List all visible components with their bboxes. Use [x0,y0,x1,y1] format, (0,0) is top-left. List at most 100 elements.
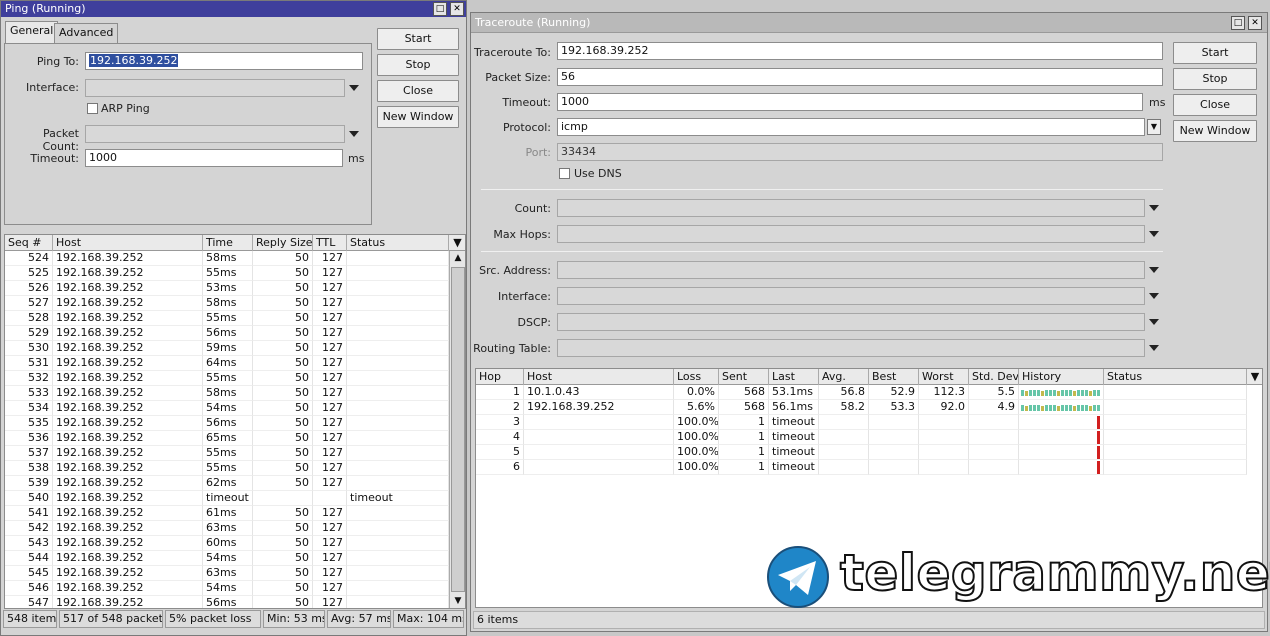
use-dns-checkbox[interactable] [559,168,570,179]
table-row[interactable]: 525 192.168.39.252 55ms 50 127 [5,266,449,281]
close-icon[interactable]: ✕ [450,2,464,16]
table-row[interactable]: 535 192.168.39.252 56ms 50 127 [5,416,449,431]
col-worst[interactable]: Worst [919,369,969,385]
close-button[interactable]: Close [1173,94,1257,116]
close-button[interactable]: Close [377,80,459,102]
scroll-down-icon[interactable]: ▼ [450,594,465,608]
interface-dropdown-icon[interactable] [1149,293,1159,299]
col-status[interactable]: Status [347,235,449,251]
table-row[interactable]: 533 192.168.39.252 58ms 50 127 [5,386,449,401]
col-host[interactable]: Host [53,235,203,251]
tab-general[interactable]: General [5,21,59,43]
maximize-icon[interactable]: □ [433,2,447,16]
packet-size-input[interactable]: 56 [557,68,1163,86]
table-row[interactable]: 534 192.168.39.252 54ms 50 127 [5,401,449,416]
table-row[interactable]: 537 192.168.39.252 55ms 50 127 [5,446,449,461]
new-window-button[interactable]: New Window [1173,120,1257,142]
table-cell: 50 [253,281,313,296]
table-row[interactable]: 524 192.168.39.252 58ms 50 127 [5,251,449,266]
traceroute-titlebar[interactable]: Traceroute (Running) □ ✕ [471,13,1267,33]
table-row[interactable]: 529 192.168.39.252 56ms 50 127 [5,326,449,341]
protocol-dropdown-icon[interactable]: ▼ [1147,119,1161,135]
arp-ping-checkbox[interactable] [87,103,98,114]
columns-menu-icon[interactable]: ▼ [449,235,465,251]
table-row[interactable]: 539 192.168.39.252 62ms 50 127 [5,476,449,491]
ping-scrollbar[interactable]: ▲ ▼ [449,251,465,608]
table-row[interactable]: 544 192.168.39.252 54ms 50 127 [5,551,449,566]
dscp-dropdown-icon[interactable] [1149,319,1159,325]
maximize-icon[interactable]: □ [1231,16,1245,30]
table-cell [347,416,449,431]
table-row[interactable]: 541 192.168.39.252 61ms 50 127 [5,506,449,521]
traceroute-to-input[interactable]: 192.168.39.252 [557,42,1163,60]
col-loss[interactable]: Loss [674,369,719,385]
interface-select[interactable] [557,287,1145,305]
col-std-dev[interactable]: Std. Dev. [969,369,1019,385]
table-row[interactable]: 531 192.168.39.252 64ms 50 127 [5,356,449,371]
start-button[interactable]: Start [377,28,459,50]
table-row[interactable]: 4 100.0% 1 timeout [476,430,1262,445]
count-dropdown-icon[interactable] [1149,205,1159,211]
table-row[interactable]: 546 192.168.39.252 54ms 50 127 [5,581,449,596]
col-avg[interactable]: Avg. [819,369,869,385]
dscp-select[interactable] [557,313,1145,331]
table-row[interactable]: 538 192.168.39.252 55ms 50 127 [5,461,449,476]
start-button[interactable]: Start [1173,42,1257,64]
col-host[interactable]: Host [524,369,674,385]
timeout-input[interactable]: 1000 [85,149,343,167]
table-cell: 56ms [203,596,253,608]
protocol-select[interactable]: icmp [557,118,1145,136]
stop-button[interactable]: Stop [1173,68,1257,90]
table-row[interactable]: 530 192.168.39.252 59ms 50 127 [5,341,449,356]
interface-select[interactable] [85,79,345,97]
table-row[interactable]: 545 192.168.39.252 63ms 50 127 [5,566,449,581]
col-last[interactable]: Last [769,369,819,385]
col-sent[interactable]: Sent [719,369,769,385]
col-seq[interactable]: Seq # [5,235,53,251]
col-ttl[interactable]: TTL [313,235,347,251]
table-row[interactable]: 542 192.168.39.252 63ms 50 127 [5,521,449,536]
table-cell: 535 [5,416,53,431]
tab-advanced[interactable]: Advanced [54,23,119,43]
table-row[interactable]: 526 192.168.39.252 53ms 50 127 [5,281,449,296]
col-hop[interactable]: Hop [476,369,524,385]
close-icon[interactable]: ✕ [1248,16,1262,30]
col-reply-size[interactable]: Reply Size [253,235,313,251]
table-row[interactable]: 1 10.1.0.43 0.0% 568 53.1ms 56.8 52.9 112.3 5.5 [476,385,1262,400]
table-row[interactable]: 2 192.168.39.252 5.6% 568 56.1ms 58.2 53.3 92.0… [476,400,1262,415]
col-history[interactable]: History [1019,369,1104,385]
ping-titlebar[interactable]: Ping (Running) □ ✕ [1,1,466,17]
packet-count-select[interactable] [85,125,345,143]
table-row[interactable]: 543 192.168.39.252 60ms 50 127 [5,536,449,551]
col-status[interactable]: Status [1104,369,1247,385]
col-best[interactable]: Best [869,369,919,385]
table-cell: 192.168.39.252 [53,386,203,401]
routing-table-dropdown-icon[interactable] [1149,345,1159,351]
table-row[interactable]: 527 192.168.39.252 58ms 50 127 [5,296,449,311]
table-row[interactable]: 532 192.168.39.252 55ms 50 127 [5,371,449,386]
src-address-select[interactable] [557,261,1145,279]
interface-dropdown-icon[interactable] [349,85,359,91]
timeout-input[interactable]: 1000 [557,93,1143,111]
max-hops-dropdown-icon[interactable] [1149,231,1159,237]
scroll-up-icon[interactable]: ▲ [450,251,465,266]
packet-count-dropdown-icon[interactable] [349,131,359,137]
routing-table-select[interactable] [557,339,1145,357]
table-row[interactable]: 3 100.0% 1 timeout [476,415,1262,430]
scroll-thumb[interactable] [451,267,465,592]
stop-button[interactable]: Stop [377,54,459,76]
table-row[interactable]: 536 192.168.39.252 65ms 50 127 [5,431,449,446]
max-hops-select[interactable] [557,225,1145,243]
col-time[interactable]: Time [203,235,253,251]
count-select[interactable] [557,199,1145,217]
table-cell: 50 [253,371,313,386]
ping-to-input[interactable]: 192.168.39.252 [85,52,363,70]
table-row[interactable]: 5 100.0% 1 timeout [476,445,1262,460]
new-window-button[interactable]: New Window [377,106,459,128]
columns-menu-icon[interactable]: ▼ [1247,369,1262,385]
table-row[interactable]: 6 100.0% 1 timeout [476,460,1262,475]
src-address-dropdown-icon[interactable] [1149,267,1159,273]
table-row[interactable]: 528 192.168.39.252 55ms 50 127 [5,311,449,326]
table-row[interactable]: 540 192.168.39.252 timeout timeout [5,491,449,506]
table-row[interactable]: 547 192.168.39.252 56ms 50 127 [5,596,449,608]
